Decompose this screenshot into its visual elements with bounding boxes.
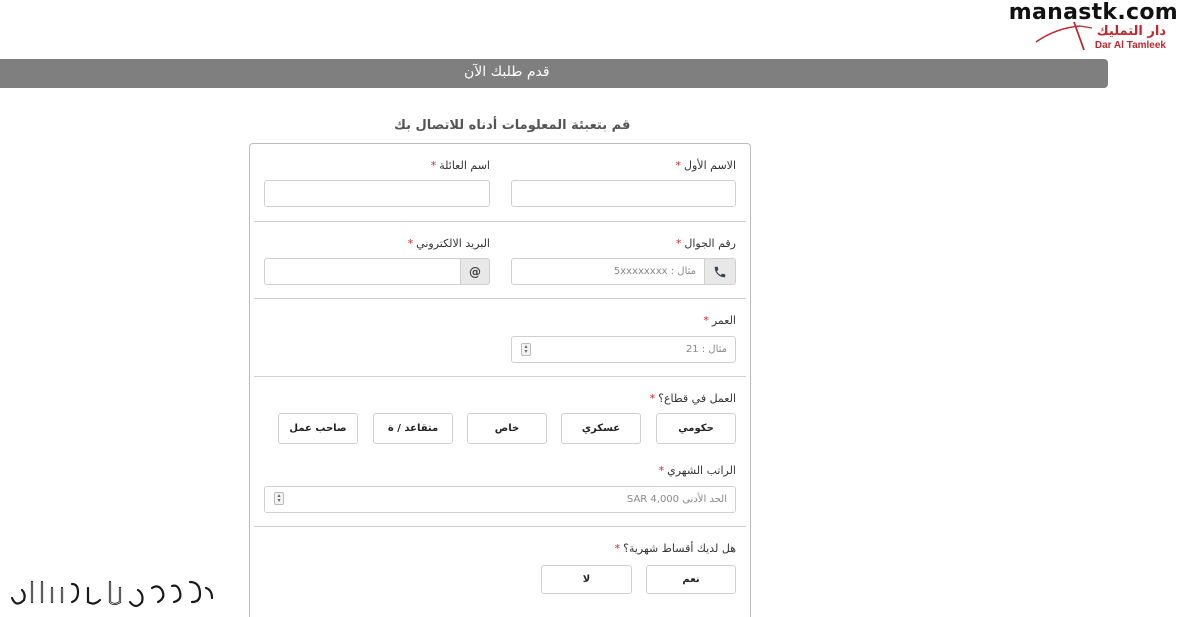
salary-stepper[interactable]: ▴ ▾ (274, 492, 284, 505)
sector-label: العمل في قطاع؟* (649, 392, 736, 405)
installments-label: هل لديك أقساط شهرية؟* (614, 542, 736, 555)
salary-label: الراتب الشهري* (658, 464, 736, 477)
email-input[interactable] (264, 258, 461, 285)
sector-option-private[interactable]: خاص (467, 413, 547, 444)
family-name-input[interactable] (264, 180, 490, 207)
site-logo: manastk.com دار التمليك Dar Al Tamleek (978, 0, 1178, 56)
installments-option-no[interactable]: لا (541, 565, 632, 594)
mobile-label: رقم الجوال* (675, 237, 736, 250)
logo-swoosh-icon (1035, 21, 1093, 51)
form-subtitle: قم بتعبئة المعلومات أدناه للاتصال بك (394, 118, 631, 133)
first-name-label: الاسم الأول* (675, 159, 737, 172)
at-icon: @ (460, 258, 490, 285)
section-divider (254, 298, 746, 299)
age-stepper[interactable]: ▴ ▾ (521, 343, 531, 356)
brand-english: Dar Al Tamleek (1094, 40, 1166, 51)
mobile-input[interactable]: مثال : 5xxxxxxxx (511, 258, 705, 285)
section-divider (254, 221, 746, 222)
first-name-input[interactable] (511, 180, 736, 207)
sector-option-retired[interactable]: متقاعد / ة (373, 413, 453, 444)
installments-option-yes[interactable]: نعم (646, 565, 736, 594)
page-title: قدم طلبك الآن (464, 64, 550, 80)
email-label: البريد الالكتروني* (407, 237, 490, 250)
age-input[interactable]: مثال : 21 (511, 336, 736, 363)
corner-watermark-logo (10, 580, 214, 608)
section-divider (254, 376, 746, 377)
sector-option-military[interactable]: عسكري (561, 413, 641, 444)
sector-option-business-owner[interactable]: صاحب عمل (278, 413, 358, 444)
salary-input[interactable]: الحد الأدنى SAR 4,000 (264, 486, 736, 513)
age-label: العمر* (703, 314, 736, 327)
header-bar: قدم طلبك الآن (0, 59, 1108, 88)
phone-icon (704, 258, 736, 285)
section-divider (254, 526, 746, 527)
family-name-label: اسم العائلة* (430, 159, 490, 172)
sector-option-government[interactable]: حكومي (656, 413, 736, 444)
brand-arabic: دار التمليك (1096, 24, 1166, 39)
